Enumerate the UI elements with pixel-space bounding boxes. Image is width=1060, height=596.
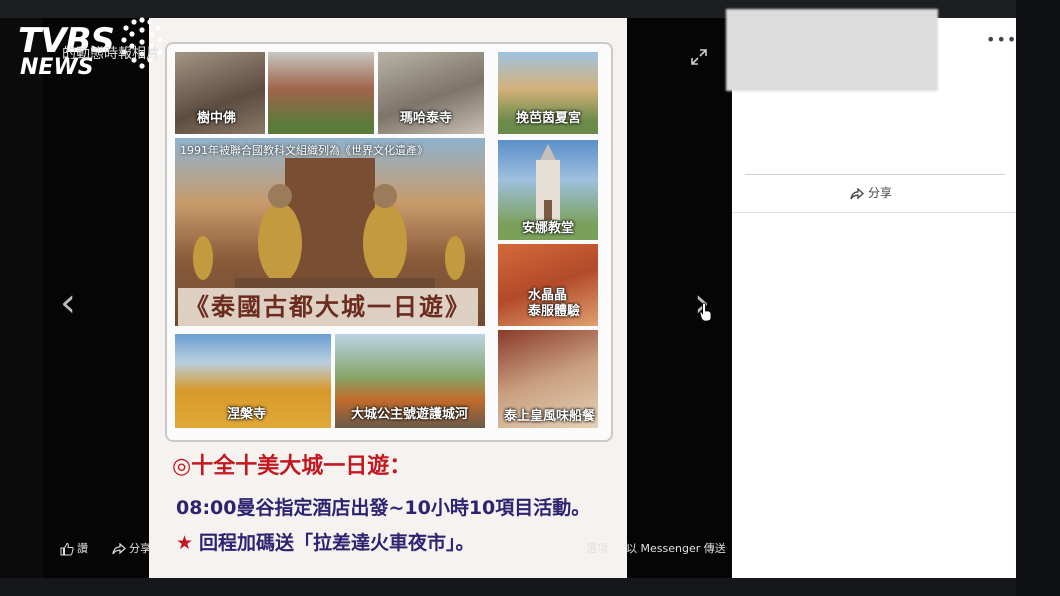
collage-tile-princess-boat: 大城公主號遊護城河 — [335, 334, 485, 428]
hand-cursor-icon — [699, 302, 712, 322]
bottom-strip — [0, 578, 1060, 596]
star-icon: ★ — [176, 532, 194, 554]
tile-label: 瑪哈泰寺 — [400, 111, 453, 126]
poster-schedule-line: 08:00曼谷指定酒店出發~10小時10項目活動。 — [176, 497, 591, 519]
album-label: 的動態時報相片 — [62, 46, 160, 62]
side-divider-2 — [733, 212, 1016, 213]
share-icon — [850, 187, 864, 199]
collage-tile-boat-dinner: 泰上皇風味船餐 — [498, 330, 598, 428]
tile-label: 水晶晶 泰服體驗 — [528, 288, 581, 319]
collage-tile-tree-buddha: 樹中佛 — [175, 52, 265, 134]
side-divider — [745, 174, 1005, 175]
options-button[interactable]: 選項 — [586, 540, 608, 556]
share-label: 分享 — [129, 542, 151, 555]
collage-tile-temple-ruins — [268, 52, 374, 134]
side-share-label: 分享 — [868, 186, 893, 200]
unesco-caption: 1991年被聯合國教科文組織列為《世界文化遺產》 — [180, 144, 428, 157]
fullscreen-icon[interactable] — [690, 48, 708, 66]
side-share-button[interactable]: 分享 — [850, 184, 892, 201]
tile-label: 泰上皇風味船餐 — [504, 409, 596, 424]
tile-label: 樹中佛 — [197, 111, 237, 126]
previous-photo-arrow[interactable]: ‹ — [60, 280, 76, 326]
collage-tile-thai-costume: 水晶晶 泰服體驗 — [498, 244, 598, 326]
collage-tile-church: 安娜教堂 — [498, 140, 598, 240]
share-icon — [112, 542, 126, 555]
thumbs-up-icon — [60, 542, 74, 556]
tile-label: 大城公主號遊護城河 — [351, 407, 469, 422]
tile-label: 涅槃寺 — [227, 407, 267, 422]
like-label: 讚 — [77, 542, 88, 555]
send-in-messenger-button[interactable]: 以 Messenger 傳送 — [626, 540, 726, 556]
blurred-profile-area — [726, 9, 938, 91]
tile-label: 安娜教堂 — [522, 221, 575, 236]
more-options-icon[interactable]: ••• — [986, 30, 1017, 49]
poster-bonus-text: 回程加碼送「拉差達火車夜市」。 — [199, 532, 475, 554]
like-button[interactable]: 讚 — [60, 540, 88, 556]
poster-headline: ◎十全十美大城一日遊： — [172, 453, 412, 479]
side-panel — [732, 18, 1016, 578]
share-button[interactable]: 分享 — [112, 540, 151, 556]
tile-label: 挽芭茵夏宮 — [516, 111, 582, 126]
collage-tile-wat-mahathat: 瑪哈泰寺 — [378, 52, 484, 134]
right-strip — [1016, 0, 1060, 596]
collage-tile-bang-pa-in: 挽芭茵夏宮 — [498, 52, 598, 134]
banner-title: 《泰國古都大城一日遊》 — [178, 288, 478, 326]
poster-bonus-line: ★ 回程加碼送「拉差達火車夜市」。 — [176, 528, 475, 555]
collage-tile-reclining-buddha: 涅槃寺 — [175, 334, 331, 428]
